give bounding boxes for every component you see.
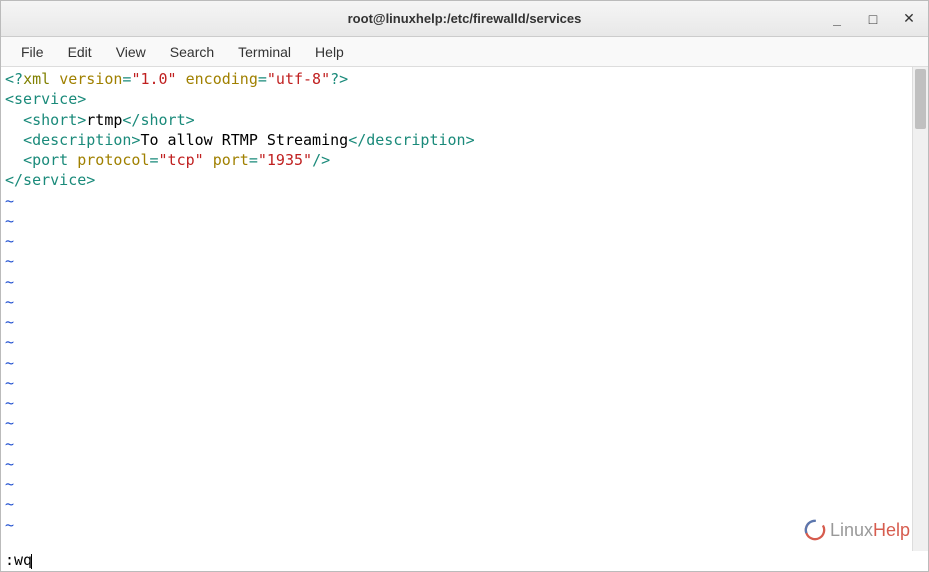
terminal-window: root@linuxhelp:/etc/firewalld/services _… [0, 0, 929, 572]
minimize-icon[interactable]: _ [828, 11, 846, 27]
watermark-logo: LinuxHelp [804, 519, 910, 541]
menu-edit[interactable]: Edit [56, 40, 104, 64]
scrollbar-thumb[interactable] [915, 69, 926, 129]
menu-view[interactable]: View [104, 40, 158, 64]
window-title: root@linuxhelp:/etc/firewalld/services [348, 11, 582, 26]
maximize-icon[interactable]: □ [864, 11, 882, 27]
titlebar: root@linuxhelp:/etc/firewalld/services _… [1, 1, 928, 37]
vim-command-line[interactable]: :wq [1, 551, 928, 571]
menu-file[interactable]: File [9, 40, 56, 64]
editor-content[interactable]: <?xml version="1.0" encoding="utf-8"?> <… [1, 67, 912, 551]
menu-terminal[interactable]: Terminal [226, 40, 303, 64]
menu-search[interactable]: Search [158, 40, 226, 64]
scrollbar[interactable] [912, 67, 928, 551]
editor-area: <?xml version="1.0" encoding="utf-8"?> <… [1, 67, 928, 551]
linuxhelp-icon [804, 519, 826, 541]
watermark-text: LinuxHelp [830, 520, 910, 541]
cursor-icon [31, 554, 32, 569]
window-controls: _ □ ✕ [828, 10, 918, 27]
menubar: File Edit View Search Terminal Help [1, 37, 928, 67]
close-icon[interactable]: ✕ [900, 10, 918, 27]
menu-help[interactable]: Help [303, 40, 356, 64]
